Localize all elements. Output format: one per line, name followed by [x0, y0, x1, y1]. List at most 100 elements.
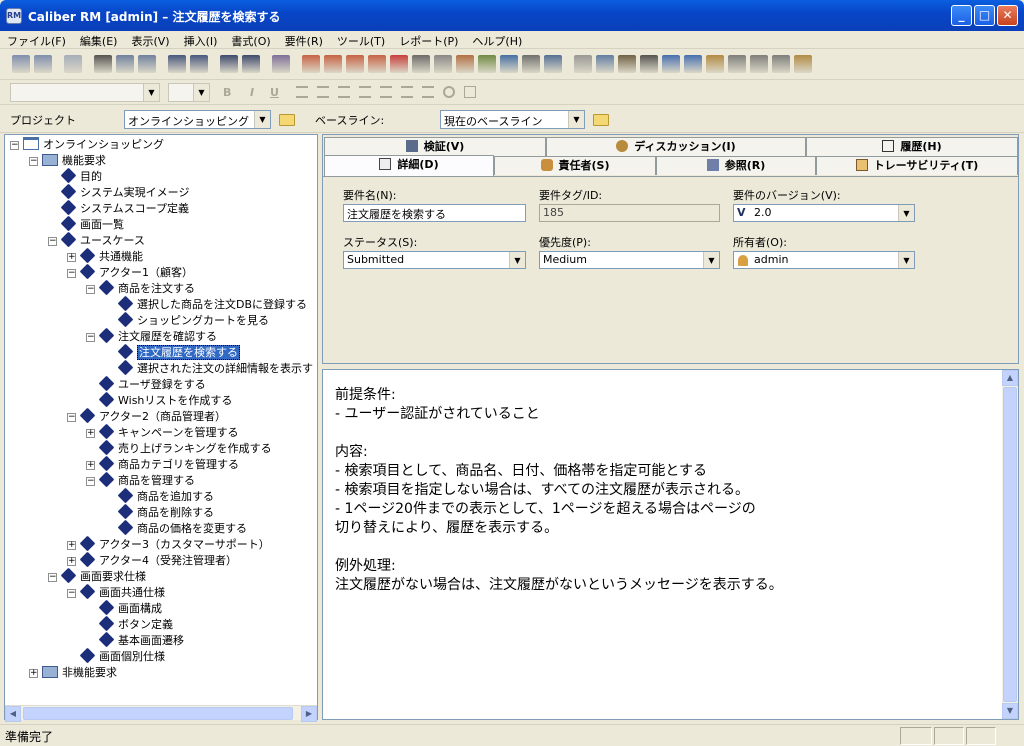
minimize-button[interactable]: _ — [951, 5, 972, 26]
tree-item[interactable]: 非機能要求 — [42, 665, 117, 681]
tree-item[interactable]: 商品を管理する — [98, 471, 195, 489]
outdent-icon[interactable] — [401, 86, 413, 98]
collapse-icon[interactable]: − — [86, 333, 95, 342]
tree-item[interactable]: 画面一覧 — [60, 215, 124, 233]
tree-item[interactable]: システム実現イメージ — [60, 183, 189, 201]
tree-item[interactable]: 商品の価格を変更する — [117, 519, 247, 537]
tree-item[interactable]: 注文履歴を検索する — [117, 343, 240, 361]
expand-icon[interactable]: + — [86, 461, 95, 470]
tree-item[interactable]: 商品カテゴリを管理する — [98, 455, 239, 473]
book-icon[interactable] — [272, 55, 290, 73]
tree-item[interactable]: 画面構成 — [98, 599, 162, 617]
link-icon[interactable] — [478, 55, 496, 73]
tab-verification[interactable]: 検証(V) — [324, 137, 546, 156]
save-icon[interactable] — [412, 55, 430, 73]
status-select[interactable]: Submitted ▼ — [343, 251, 526, 269]
expand-icon[interactable]: + — [67, 253, 76, 262]
report-icon[interactable] — [750, 55, 768, 73]
menu-report[interactable]: レポート(P) — [392, 31, 465, 49]
hierarchy-icon[interactable] — [794, 55, 812, 73]
align-center-icon[interactable] — [317, 86, 329, 98]
menu-view[interactable]: 表示(V) — [124, 31, 176, 49]
alignment-buttons[interactable] — [296, 86, 496, 100]
collapse-icon[interactable]: − — [86, 477, 95, 486]
maximize-button[interactable]: □ — [974, 5, 995, 26]
requirements-tree[interactable]: − オンラインショッピング − 機能要求 目的 システム実現イメージ システムスコープ定義画… — [4, 134, 318, 720]
scroll-left-icon[interactable]: ◀ — [5, 706, 21, 722]
insert-table-icon[interactable] — [464, 86, 476, 98]
users-icon[interactable] — [706, 55, 724, 73]
print-icon[interactable] — [544, 55, 562, 73]
tree-item[interactable]: 画面個別仕様 — [79, 647, 165, 665]
tree-item[interactable]: 共通機能 — [79, 247, 143, 265]
tree-item[interactable]: 選択された注文の詳細情報を表示す — [117, 359, 313, 377]
paste-icon[interactable] — [138, 55, 156, 73]
tree-item[interactable]: ショッピングカートを見る — [117, 311, 269, 329]
copy-icon[interactable] — [116, 55, 134, 73]
tree-item[interactable]: Wishリストを作成する — [98, 391, 232, 409]
tab-history[interactable]: 履歴(H) — [806, 137, 1018, 156]
tree-item[interactable]: 画面要求仕様 — [60, 567, 146, 585]
description-text[interactable]: 前提条件: - ユーザー認証がされていること 内容: - 検索項目として、商品名… — [335, 386, 783, 595]
tree-item[interactable]: 選択した商品を注文DBに登録する — [117, 295, 307, 313]
tree-item[interactable]: ユースケース — [60, 231, 145, 249]
tree-item[interactable]: アクター4（受発注管理者） — [79, 551, 237, 569]
menu-requirement[interactable]: 要件(R) — [278, 31, 330, 49]
add-sibling-icon[interactable] — [346, 55, 364, 73]
collapse-icon[interactable]: − — [67, 269, 76, 278]
menu-tools[interactable]: ツール(T) — [330, 31, 392, 49]
description-editor[interactable]: 前提条件: - ユーザー認証がされていること 内容: - 検索項目として、商品名… — [322, 369, 1019, 720]
collapse-icon[interactable]: − — [48, 573, 57, 582]
library-icon[interactable] — [618, 55, 636, 73]
align-left-icon[interactable] — [296, 86, 308, 98]
tree-item[interactable]: 目的 — [60, 167, 102, 185]
user-icon[interactable] — [596, 55, 614, 73]
tab-owners[interactable]: 責任者(S) — [494, 156, 656, 175]
tree-item[interactable]: オンラインショッピング — [23, 137, 164, 153]
description-vertical-scrollbar[interactable]: ▲ ▼ — [1002, 370, 1018, 719]
menu-file[interactable]: ファイル(F) — [0, 31, 73, 49]
baseline-select[interactable]: 現在のベースライン ▼ — [440, 110, 585, 129]
expand-icon[interactable]: + — [67, 541, 76, 550]
zoom-icon[interactable] — [443, 86, 455, 98]
add-child-icon[interactable] — [324, 55, 342, 73]
tree-item[interactable]: 画面共通仕様 — [79, 583, 165, 601]
collapse-icon[interactable]: − — [48, 237, 57, 246]
frame-icon[interactable] — [640, 55, 658, 73]
tab-details[interactable]: 詳細(D) — [324, 155, 494, 176]
delete-icon[interactable] — [390, 55, 408, 73]
tree-item[interactable]: 基本画面遷移 — [98, 631, 184, 649]
collapse-icon[interactable]: − — [67, 413, 76, 422]
bold-button[interactable]: B — [223, 86, 231, 99]
expand-icon[interactable]: + — [67, 557, 76, 566]
spellcheck-icon[interactable] — [574, 55, 592, 73]
back-icon[interactable] — [12, 55, 30, 73]
tree-item[interactable]: 売り上げランキングを作成する — [98, 439, 272, 457]
tree-item[interactable]: アクター2（商品管理者） — [79, 407, 226, 425]
tree-item[interactable]: キャンペーンを管理する — [98, 423, 238, 441]
collapse-icon[interactable]: − — [29, 157, 38, 166]
scroll-right-icon[interactable]: ▶ — [301, 706, 317, 722]
tree-expand-icon[interactable] — [242, 55, 260, 73]
owner-select[interactable]: admin ▼ — [733, 251, 915, 269]
italic-button[interactable]: I — [250, 86, 254, 99]
size-combo[interactable]: ▼ — [168, 83, 210, 102]
close-button[interactable]: ✕ — [997, 5, 1018, 26]
tree-icon[interactable] — [220, 55, 238, 73]
menu-help[interactable]: ヘルプ(H) — [465, 31, 529, 49]
tree-item[interactable]: アクター3（カスタマーサポート） — [79, 535, 270, 553]
title-bar[interactable]: RM Caliber RM [admin] – 注文履歴を検索する _ □ ✕ — [0, 0, 1024, 31]
menu-edit[interactable]: 編集(E) — [73, 31, 125, 49]
tree-item[interactable]: 注文履歴を確認する — [98, 327, 217, 345]
tree-item[interactable]: 商品を追加する — [117, 487, 214, 505]
tag-icon[interactable] — [728, 55, 746, 73]
numbered-list-icon[interactable] — [359, 86, 371, 98]
collapse-icon[interactable]: − — [86, 285, 95, 294]
expand-icon[interactable]: + — [86, 429, 95, 438]
tree-item[interactable]: 商品を削除する — [117, 503, 214, 521]
undo-icon[interactable] — [64, 55, 82, 73]
align-right-icon[interactable] — [338, 86, 350, 98]
scroll-up-icon[interactable]: ▲ — [1002, 370, 1018, 386]
network-icon[interactable] — [662, 55, 680, 73]
font-combo[interactable]: ▼ — [10, 83, 160, 102]
